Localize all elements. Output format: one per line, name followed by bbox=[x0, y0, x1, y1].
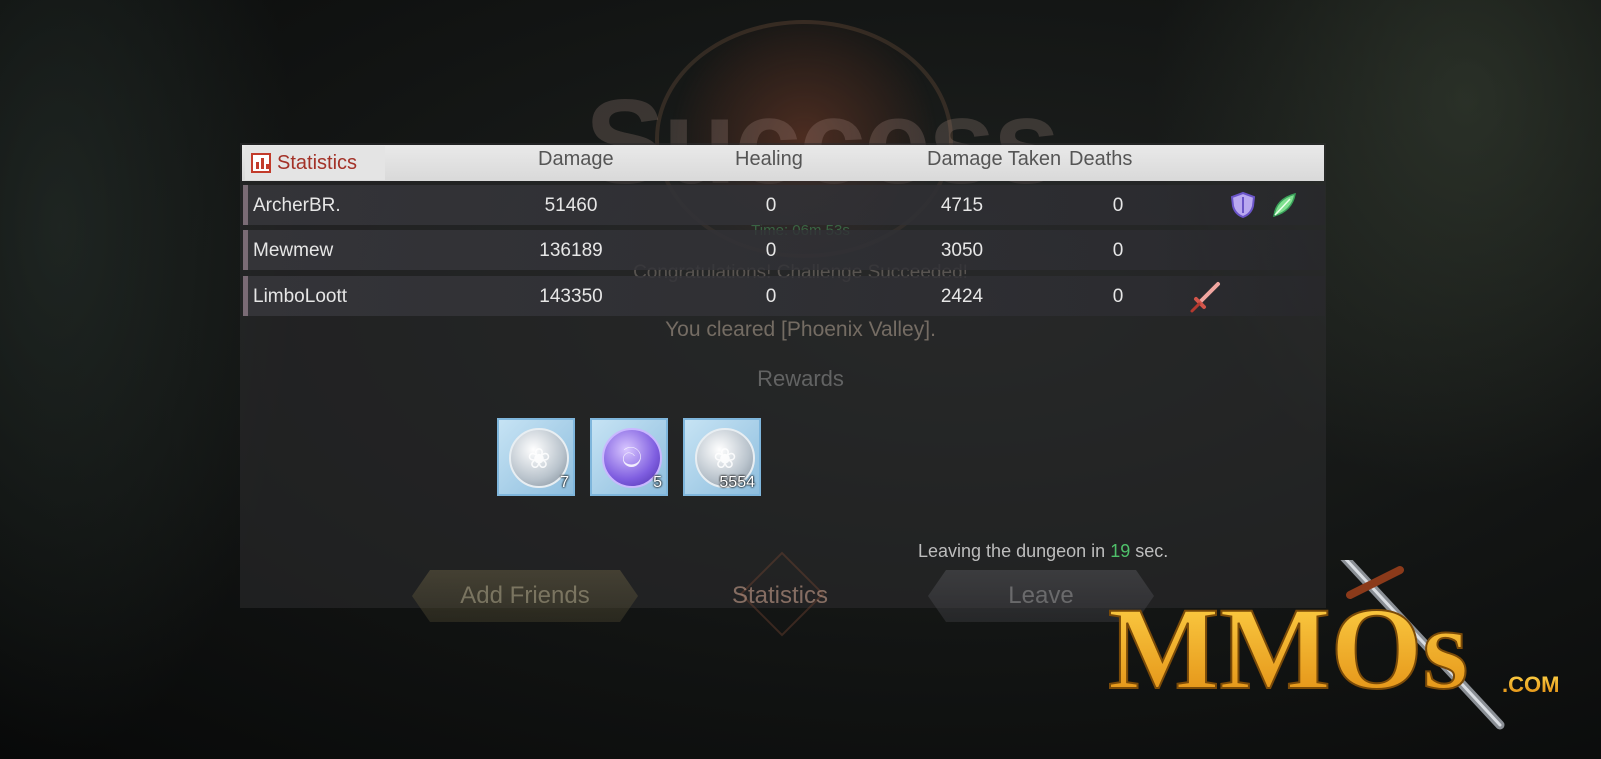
cleared-message: You cleared [Phoenix Valley]. bbox=[665, 318, 936, 341]
leave-countdown-suffix: sec. bbox=[1135, 541, 1169, 561]
deaths-value: 0 bbox=[1112, 195, 1124, 216]
add-friends-button[interactable]: Add Friends bbox=[412, 570, 638, 622]
leaf-icon bbox=[1273, 192, 1296, 218]
damage-taken-value: 4715 bbox=[940, 195, 984, 216]
mmos-watermark-logo: MMOs .COM bbox=[1107, 560, 1559, 730]
watermark-domain: .COM bbox=[1502, 672, 1559, 697]
tab-statistics-label: Statistics bbox=[277, 151, 358, 174]
player-name: Mewmew bbox=[253, 240, 334, 261]
reward-count: 7 bbox=[560, 474, 569, 491]
player-name: LimboLoott bbox=[253, 286, 348, 307]
column-header-deaths: Deaths bbox=[1069, 148, 1133, 170]
healing-value: 0 bbox=[765, 286, 777, 307]
player-name: ArcherBR. bbox=[253, 195, 341, 216]
damage-value: 51460 bbox=[544, 195, 598, 216]
table-row: LimboLoott 143350 0 2424 0 bbox=[243, 276, 1325, 316]
sword-icon bbox=[1190, 282, 1220, 313]
statistics-button-label: Statistics bbox=[731, 582, 829, 609]
deaths-value: 0 bbox=[1112, 240, 1124, 261]
shield-icon bbox=[1230, 191, 1256, 219]
table-row: ArcherBR. 51460 0 4715 0 bbox=[243, 185, 1325, 225]
healing-value: 0 bbox=[765, 195, 777, 216]
table-row: Mewmew 136189 0 3050 0 bbox=[243, 230, 1325, 270]
reward-count: 5 bbox=[653, 474, 662, 491]
leave-countdown-prefix: Leaving the dungeon in bbox=[918, 541, 1106, 561]
damage-value: 143350 bbox=[539, 286, 603, 307]
reward-item[interactable]: ❀ 5554 bbox=[683, 418, 761, 496]
deaths-value: 0 bbox=[1112, 286, 1124, 307]
rewards-heading: Rewards bbox=[757, 366, 844, 391]
leave-countdown: Leaving the dungeon in 19 sec. bbox=[918, 541, 1168, 562]
column-header-damage: Damage bbox=[538, 148, 614, 170]
bar-chart-icon bbox=[251, 153, 271, 173]
damage-taken-value: 3050 bbox=[940, 240, 984, 261]
leave-countdown-seconds: 19 bbox=[1110, 541, 1131, 561]
column-header-healing: Healing bbox=[735, 148, 803, 170]
column-header-damage-taken: Damage Taken bbox=[927, 148, 1062, 170]
damage-value: 136189 bbox=[539, 240, 603, 261]
healing-value: 0 bbox=[765, 240, 777, 261]
damage-taken-value: 2424 bbox=[940, 286, 984, 307]
reward-item[interactable]: ට 5 bbox=[590, 418, 668, 496]
watermark-text: MMOs bbox=[1108, 583, 1468, 714]
reward-item[interactable]: ❀ 7 bbox=[497, 418, 575, 496]
tab-statistics[interactable]: Statistics bbox=[245, 146, 385, 180]
statistics-button[interactable]: Statistics bbox=[690, 570, 870, 622]
reward-count: 5554 bbox=[719, 474, 755, 491]
